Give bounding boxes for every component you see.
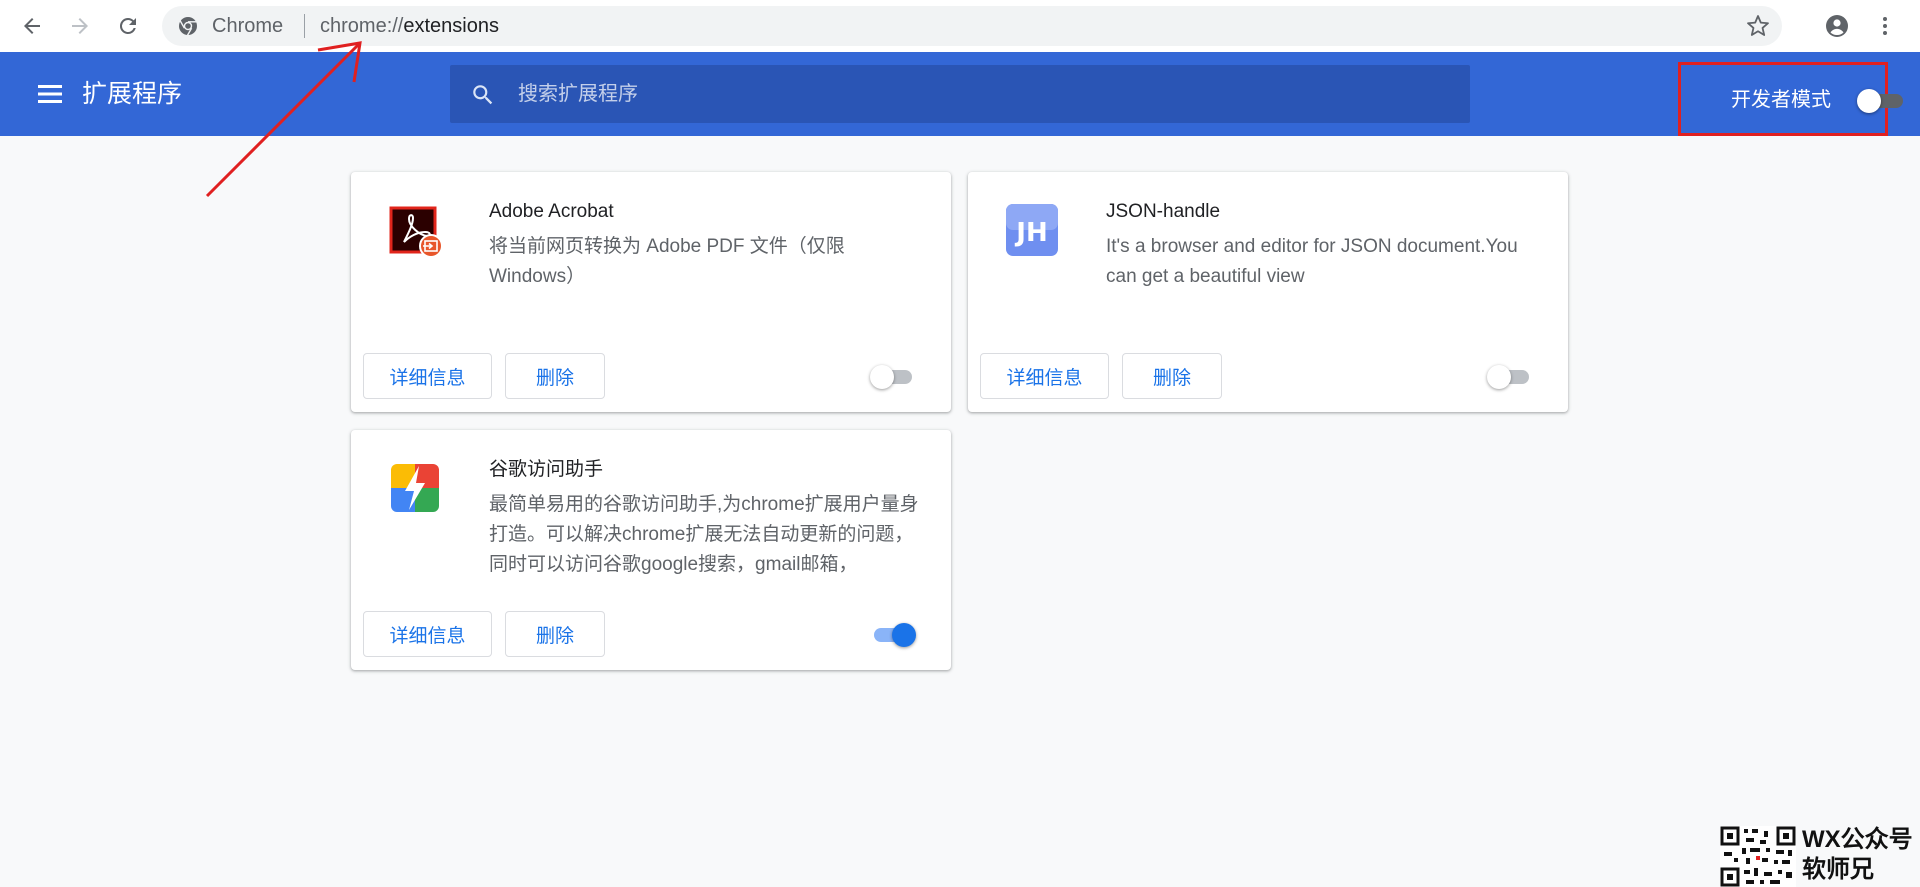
forward-arrow-icon [72,18,88,34]
toggle-knob [892,623,916,647]
extension-name: Adobe Acrobat [489,201,614,222]
qr-code-icon [1720,826,1796,887]
annotation-arrow [205,41,362,198]
toggle-knob [870,365,894,389]
watermark-line1: WX公众号 [1802,826,1913,853]
back-button[interactable] [15,9,49,43]
watermark: WX公众号 软师兄 [1710,822,1920,887]
extension-card-adobe-acrobat: Adobe Acrobat 将当前网页转换为 Adobe PDF 文件（仅限 W… [351,172,951,412]
extension-description: 将当前网页转换为 Adobe PDF 文件（仅限 Windows） [489,236,845,287]
reload-icon [119,17,136,34]
url-path: extensions [403,15,499,37]
remove-button[interactable]: 删除 [505,353,605,399]
search-box[interactable] [450,65,1470,123]
address-bar[interactable]: Chrome chrome://extensions [162,6,1782,46]
adobe-acrobat-icon [389,206,443,258]
remove-button[interactable]: 删除 [505,611,605,657]
hamburger-menu-icon[interactable] [34,78,66,110]
details-button[interactable]: 详细信息 [980,353,1109,399]
details-button[interactable]: 详细信息 [363,611,492,657]
extension-enable-toggle[interactable] [870,364,916,390]
developer-mode-toggle[interactable] [1857,89,1903,113]
account-icon [1826,15,1848,37]
search-input[interactable] [516,65,1436,123]
remove-button[interactable]: 删除 [1122,353,1222,399]
watermark-line2: 软师兄 [1802,856,1874,883]
extension-description: It's a browser and editor for JSON docum… [1106,236,1518,287]
star-icon[interactable] [1746,14,1770,38]
extension-description: 最简单易用的谷歌访问助手,为chrome扩展用户量身打造。可以解决chrome扩… [489,494,919,575]
developer-mode-toggle-knob [1857,89,1881,113]
extension-enable-toggle[interactable] [1487,364,1533,390]
developer-mode-label: 开发者模式 [1731,89,1831,111]
extension-name: 谷歌访问助手 [489,459,604,480]
search-icon [473,85,493,105]
forward-button[interactable] [63,9,97,43]
reload-button[interactable] [111,9,145,43]
account-button[interactable] [1820,9,1854,43]
details-button[interactable]: 详细信息 [363,353,492,399]
extension-card-google-access-helper: 谷歌访问助手 最简单易用的谷歌访问助手,为chrome扩展用户量身打造。可以解决… [351,430,951,670]
google-access-helper-icon [391,464,439,512]
extension-enable-toggle[interactable] [870,622,916,648]
back-arrow-icon [24,18,40,34]
extension-name: JSON-handle [1106,201,1221,222]
extension-card-json-handle: JH JSON-handle It's a browser and editor… [968,172,1568,412]
page-title: 扩展程序 [82,80,183,108]
json-handle-icon: JH [1006,204,1058,256]
more-vert-icon [1883,17,1887,35]
developer-mode-highlight: 开发者模式 [1678,62,1903,136]
toggle-knob [1487,365,1511,389]
more-menu-button[interactable] [1868,9,1902,43]
json-handle-icon-text: JH [1014,218,1047,248]
